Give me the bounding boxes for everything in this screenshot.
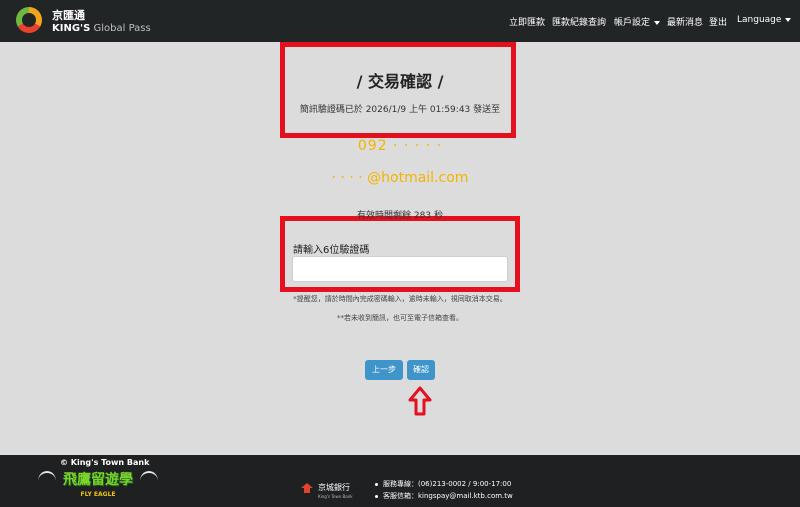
badge-title: 飛鷹留遊學 <box>63 472 133 488</box>
bank-name-cn: 京城銀行 <box>318 483 350 492</box>
service-email-text: 客服信箱：kingspay@mail.ktb.com.tw <box>383 492 513 500</box>
countdown-text: 有效時間剩餘 283 秒 <box>357 211 443 221</box>
badge-subtitle: FLY EAGLE <box>80 491 116 498</box>
nav-remit-now[interactable]: 立即匯款 <box>509 15 545 28</box>
nav-logout[interactable]: 登出 <box>709 15 727 28</box>
nav-account-settings[interactable]: 帳戶設定 <box>614 15 661 28</box>
kings-global-pass-logo-icon[interactable] <box>16 7 42 33</box>
brand-name-en-thin: Global Pass <box>93 23 151 34</box>
fly-eagle-badge: 飛鷹留遊學 FLY EAGLE <box>38 469 158 503</box>
nav-remit-history[interactable]: 匯款紀錄查詢 <box>552 15 606 28</box>
nav-account-settings-label: 帳戶設定 <box>614 18 651 28</box>
otp-input[interactable] <box>292 256 508 282</box>
previous-step-button[interactable]: 上一步 <box>365 360 403 380</box>
bank-name-en: King's Town Bank <box>318 494 353 499</box>
sms-sent-info: 簡訊驗證碼已於 2026/1/9 上午 01:59:43 發送至 <box>299 105 501 115</box>
service-email: 客服信箱：kingspay@mail.ktb.com.tw <box>375 491 513 501</box>
kings-town-bank-logo-icon <box>301 483 313 493</box>
service-hotline-text: 服務專線：(06)213-0002 / 9:00-17:00 <box>383 480 512 488</box>
nav-language-label: Language <box>737 15 782 25</box>
bullet-icon <box>375 494 378 498</box>
left-wing-icon <box>38 471 56 491</box>
brand-name-en-bold: KING'S <box>52 23 91 34</box>
otp-label: 請輸入6位驗證碼 <box>293 245 370 256</box>
nav-latest-news[interactable]: 最新消息 <box>667 15 703 28</box>
confirm-button[interactable]: 確認 <box>407 360 435 380</box>
email-note: **若未收到簡訊，也可至電子信箱查看。 <box>337 314 463 322</box>
copyright-text: © King's Town Bank <box>60 458 150 467</box>
nav-language[interactable]: Language <box>737 15 792 25</box>
brand-name-cn[interactable]: 京匯通 <box>52 7 85 23</box>
brand-name-en[interactable]: KING'S Global Pass <box>52 23 151 34</box>
caret-down-icon <box>654 20 661 25</box>
right-wing-icon <box>140 471 158 491</box>
arrow-up-icon <box>408 386 432 416</box>
timeout-note: *提醒您，請於時間內完成密碼輸入，逾時未輸入，視同取消本交易。 <box>293 295 507 303</box>
page-title: / 交易確認 / <box>356 72 444 91</box>
service-hotline: 服務專線：(06)213-0002 / 9:00-17:00 <box>375 479 511 489</box>
caret-down-icon <box>785 17 792 22</box>
masked-phone-number: 092 · · · · · <box>357 138 443 154</box>
masked-email: · · · · @hotmail.com <box>331 170 469 186</box>
top-navbar: 京匯通 KING'S Global Pass 立即匯款 匯款紀錄查詢 帳戶設定 … <box>0 0 800 42</box>
bullet-icon <box>375 482 378 486</box>
